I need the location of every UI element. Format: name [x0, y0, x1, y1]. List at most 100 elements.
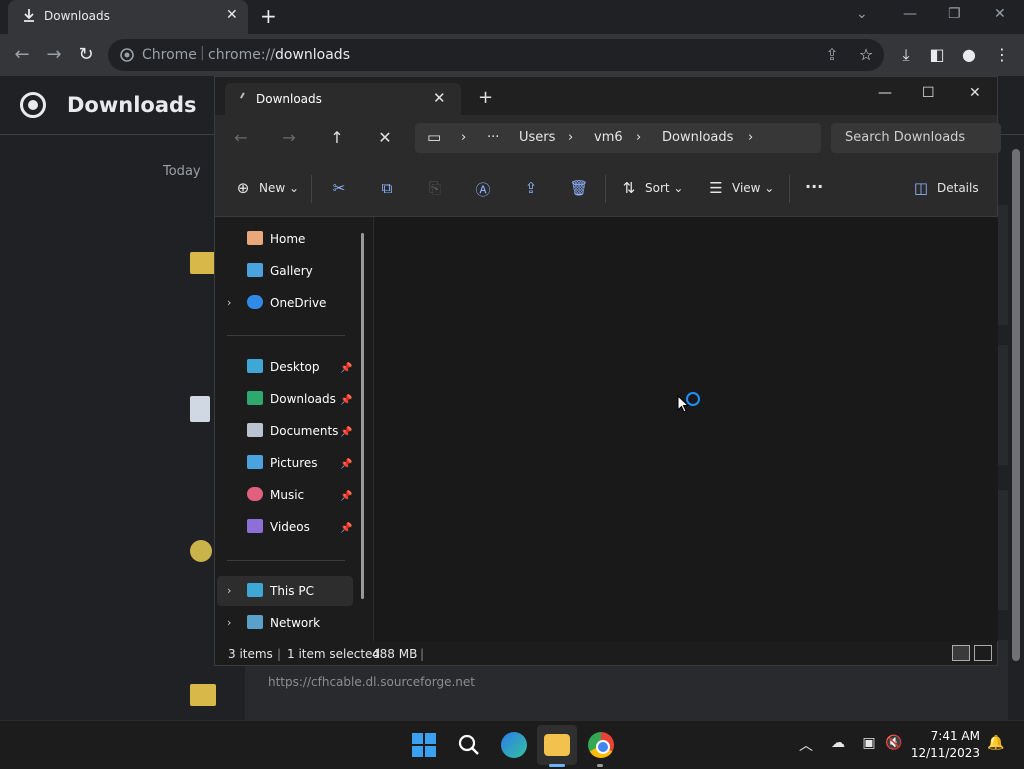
tiles-view-icon[interactable]: [974, 645, 992, 661]
breadcrumb-chevron-icon[interactable]: ›: [461, 130, 466, 145]
delete-icon[interactable]: 🗑: [569, 179, 589, 197]
nav-pane-scrollbar[interactable]: [361, 233, 364, 599]
details-button[interactable]: Details: [937, 181, 979, 195]
breadcrumb-downloads[interactable]: Downloads: [662, 130, 733, 145]
desktop-icon: [247, 359, 263, 373]
omnibox[interactable]: Chrome | chrome://downloads ⇪ ☆: [108, 39, 884, 71]
address-bar[interactable]: ▭ › ··· Users › vm6 › Downloads ›: [415, 123, 821, 153]
nav-item-this-pc[interactable]: This PC: [247, 579, 367, 603]
page-scrollbar[interactable]: [1008, 135, 1024, 720]
status-item-count: 3 items: [228, 647, 273, 661]
scrollbar-thumb[interactable]: [1012, 149, 1020, 661]
menu-icon[interactable]: ⋮: [992, 45, 1012, 64]
profile-icon[interactable]: ●: [959, 45, 979, 64]
start-windows-icon[interactable]: [412, 733, 436, 757]
pin-icon[interactable]: 📌: [340, 363, 352, 374]
forward-icon[interactable]: →: [278, 128, 300, 147]
forward-icon[interactable]: →: [43, 44, 65, 65]
details-view-icon[interactable]: [952, 645, 970, 661]
close-tab-icon[interactable]: ✕: [433, 89, 446, 107]
breadcrumb-chevron-icon[interactable]: ›: [636, 130, 641, 145]
sort-button[interactable]: Sort ⌄: [645, 181, 683, 195]
expand-chevron-icon[interactable]: ›: [227, 616, 231, 629]
minimize-icon[interactable]: —: [878, 85, 892, 101]
reload-icon[interactable]: ↻: [75, 44, 97, 65]
pin-icon[interactable]: 📌: [340, 523, 352, 534]
clock-date[interactable]: 12/11/2023: [906, 746, 980, 760]
installer-file-icon: [190, 540, 212, 562]
up-icon[interactable]: ↑: [326, 128, 348, 147]
edge-preview-icon[interactable]: [501, 732, 527, 758]
archive-file-icon: [190, 252, 216, 274]
expand-chevron-icon[interactable]: ›: [227, 296, 231, 309]
close-icon[interactable]: ✕: [226, 7, 238, 23]
back-icon[interactable]: ←: [11, 44, 33, 65]
breadcrumb-overflow-icon[interactable]: ···: [487, 130, 499, 145]
onedrive-tray-icon[interactable]: ☁: [828, 735, 848, 751]
paste-icon[interactable]: ⎘: [425, 179, 445, 197]
sort-icon[interactable]: ⇅: [619, 179, 639, 197]
breadcrumb-users[interactable]: Users: [519, 130, 555, 145]
new-tab-button[interactable]: +: [260, 4, 277, 28]
nav-item-onedrive[interactable]: OneDrive: [247, 291, 367, 315]
view-button[interactable]: View ⌄: [732, 181, 774, 195]
breadcrumb-chevron-icon[interactable]: ›: [748, 130, 753, 145]
search-input[interactable]: Search Downloads: [845, 130, 965, 145]
back-icon[interactable]: ←: [230, 128, 252, 147]
downloads-section-today: Today: [163, 164, 201, 179]
new-plus-icon[interactable]: ⊕: [233, 179, 253, 197]
pin-icon[interactable]: 📌: [340, 459, 352, 470]
explorer-tab-downloads[interactable]: Downloads ✕: [225, 83, 461, 115]
view-icon[interactable]: ☰: [706, 179, 726, 197]
pin-icon[interactable]: 📌: [340, 491, 352, 502]
pin-icon[interactable]: 📌: [340, 395, 352, 406]
chrome-logo-icon: [20, 92, 46, 118]
minimize-icon[interactable]: —: [903, 6, 917, 22]
nav-item-network[interactable]: Network: [247, 611, 367, 635]
new-button[interactable]: New ⌄: [259, 181, 299, 195]
restore-icon[interactable]: ❐: [948, 6, 961, 22]
side-panel-icon[interactable]: ◧: [927, 45, 947, 64]
details-pane-icon[interactable]: ◫: [911, 179, 931, 197]
volume-muted-icon[interactable]: 🔇: [884, 735, 904, 751]
chrome-toolbar: ← → ↻ Chrome | chrome://downloads ⇪ ☆ ⤓ …: [0, 34, 1024, 76]
cut-icon[interactable]: ✂: [329, 179, 349, 197]
close-window-icon[interactable]: ✕: [994, 6, 1006, 22]
pin-icon[interactable]: 📌: [340, 427, 352, 438]
file-explorer-icon[interactable]: [544, 734, 570, 756]
taskbar: ︿ ☁ ▣ 🔇 7:41 AM 12/11/2023 🔔: [0, 720, 1024, 769]
documents-icon: [247, 423, 263, 437]
close-window-icon[interactable]: ✕: [969, 85, 981, 101]
file-list-area[interactable]: [373, 217, 998, 641]
new-tab-button[interactable]: +: [478, 87, 493, 108]
search-box[interactable]: Search Downloads: [831, 123, 1001, 153]
omnibox-url: chrome://downloads: [208, 47, 350, 63]
share-icon[interactable]: ⇪: [521, 179, 541, 197]
chrome-tab-downloads[interactable]: Downloads ✕: [8, 0, 248, 34]
more-options-icon[interactable]: ···: [805, 177, 823, 196]
rename-icon[interactable]: Ⓐ: [473, 179, 493, 200]
downloads-toolbar-icon[interactable]: ⤓: [896, 45, 916, 65]
home-icon: [247, 231, 263, 245]
search-icon[interactable]: [457, 733, 481, 757]
copy-icon[interactable]: ⧉: [377, 179, 397, 197]
nav-item-gallery[interactable]: Gallery: [247, 259, 367, 283]
download-item-url[interactable]: https://cfhcable.dl.sourceforge.net: [268, 675, 475, 689]
maximize-icon[interactable]: ☐: [922, 85, 935, 101]
stop-loading-icon[interactable]: ✕: [374, 128, 396, 147]
bookmark-star-icon[interactable]: ☆: [856, 45, 876, 64]
share-icon[interactable]: ⇪: [822, 45, 842, 64]
active-app-indicator: [549, 764, 565, 767]
show-hidden-icons-icon[interactable]: ︿: [796, 735, 816, 755]
tab-search-icon[interactable]: ⌄: [856, 6, 868, 22]
clock-time[interactable]: 7:41 AM: [920, 729, 980, 743]
breadcrumb-chevron-icon[interactable]: ›: [568, 130, 573, 145]
nav-item-home[interactable]: Home: [247, 227, 367, 251]
network-tray-icon[interactable]: ▣: [859, 735, 879, 751]
music-icon: [247, 487, 263, 501]
downloads-page-title: Downloads: [67, 93, 197, 117]
notification-bell-icon[interactable]: 🔔: [986, 735, 1006, 751]
expand-chevron-icon[interactable]: ›: [227, 584, 231, 597]
breadcrumb-vm6[interactable]: vm6: [594, 130, 623, 145]
running-app-indicator: [597, 764, 603, 767]
